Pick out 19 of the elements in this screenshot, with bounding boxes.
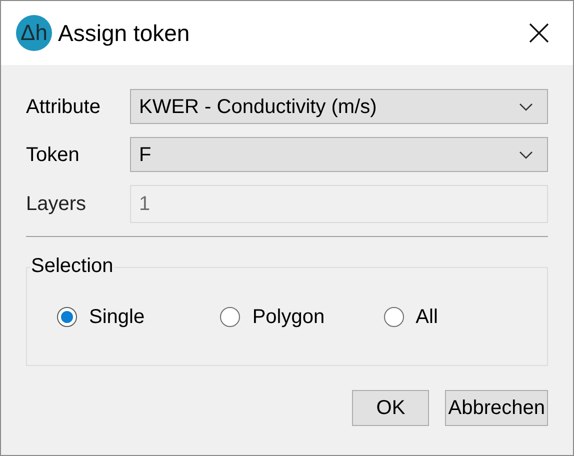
close-icon [529,23,549,43]
close-button[interactable] [527,21,551,45]
radio-icon[interactable] [57,306,77,326]
field-label: Layers [26,192,88,217]
field-label: Attribute [26,94,102,120]
chevron-down-icon [519,102,533,110]
radio-option[interactable]: Polygon [220,302,384,332]
dropdown[interactable]: KWER - Conductivity (m/s) [130,89,548,124]
dialog-button[interactable]: Abbrechen [445,390,548,426]
radio-icon[interactable] [384,306,404,326]
dialog-button[interactable]: OK [352,390,430,426]
field-label: Token [26,142,80,168]
window-title: Assign token [58,18,190,48]
chevron-down-icon [519,150,533,158]
app-logo: Δh [16,15,52,51]
radio-option[interactable]: All [384,302,547,332]
radio-option[interactable]: Single [57,302,220,332]
dropdown[interactable]: F [130,137,548,172]
radio-icon[interactable] [220,306,240,326]
